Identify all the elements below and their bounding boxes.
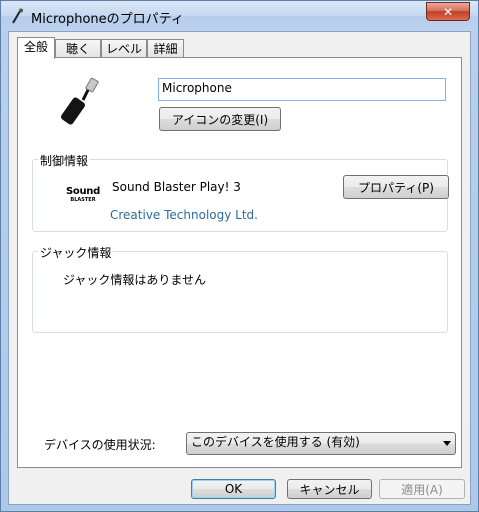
usb-microphone-adapter-icon — [58, 76, 108, 126]
button-label: プロパティ(P) — [358, 180, 434, 195]
device-usage-dropdown[interactable]: このデバイスを使用する (有効) — [186, 432, 456, 455]
properties-window: Microphoneのプロパティ ✕ 全般 聴く レベル 詳細 Micropho… — [0, 0, 479, 512]
close-icon: ✕ — [442, 4, 454, 19]
tab-label: 聴く — [65, 42, 90, 56]
tab-label: 詳細 — [153, 42, 178, 56]
button-label: アイコンの変更(I) — [171, 112, 269, 127]
controller-device-name: Sound Blaster Play! 3 — [112, 180, 241, 194]
properties-button[interactable]: プロパティ(P) — [343, 175, 449, 199]
controller-vendor: Creative Technology Ltd. — [110, 208, 258, 222]
tab-advanced[interactable]: 詳細 — [147, 39, 184, 58]
chevron-down-icon — [443, 441, 451, 446]
button-label: OK — [224, 482, 243, 496]
jack-info-message: ジャック情報はありません — [63, 273, 207, 287]
button-label: キャンセル — [299, 482, 360, 497]
close-button[interactable]: ✕ — [426, 2, 470, 21]
sound-blaster-logo: Sound BLASTER — [66, 186, 100, 203]
device-usage-label: デバイスの使用状況: — [44, 438, 156, 452]
controller-info-title: 制御情報 — [38, 152, 91, 169]
cancel-button[interactable]: キャンセル — [287, 479, 372, 499]
dialog-body: 全般 聴く レベル 詳細 Microphone アイコンの変更(I) 制御情報 … — [8, 31, 471, 505]
general-tab-panel: Microphone アイコンの変更(I) 制御情報 Sound BLASTER… — [17, 57, 462, 468]
tab-general[interactable]: 全般 — [17, 37, 55, 59]
tab-listen[interactable]: 聴く — [55, 39, 101, 58]
dropdown-value: このデバイスを使用する (有効) — [191, 435, 360, 449]
tab-levels[interactable]: レベル — [101, 39, 147, 58]
change-icon-button[interactable]: アイコンの変更(I) — [159, 107, 281, 131]
device-name-field[interactable]: Microphone — [158, 78, 446, 101]
title-bar[interactable]: Microphoneのプロパティ ✕ — [1, 1, 478, 31]
button-label: 適用(A) — [401, 482, 443, 497]
ok-button[interactable]: OK — [191, 479, 276, 499]
tab-label: レベル — [105, 42, 142, 56]
microphone-icon — [10, 8, 24, 24]
window-title: Microphoneのプロパティ — [31, 12, 184, 27]
apply-button[interactable]: 適用(A) — [379, 479, 465, 499]
tab-label: 全般 — [23, 40, 48, 54]
jack-info-group — [32, 251, 448, 333]
jack-info-title: ジャック情報 — [38, 244, 114, 261]
